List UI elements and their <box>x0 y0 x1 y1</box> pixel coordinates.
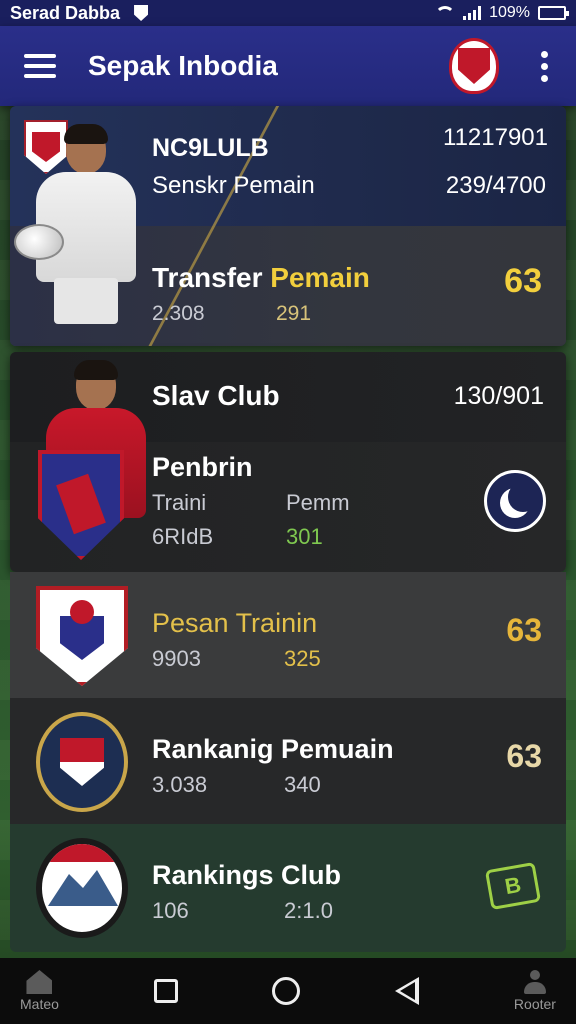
more-vert-icon[interactable] <box>537 47 552 86</box>
card-title-part1: Transfer <box>152 262 263 293</box>
score-value: 63 <box>504 262 542 300</box>
nav-home[interactable]: Mateo <box>20 970 59 1012</box>
stat-label-right: Pemm <box>286 490 350 515</box>
card-title-part2: Pemain <box>270 262 370 293</box>
mountain-crest <box>36 838 128 938</box>
featured-transfer-card[interactable]: NC9LULB Senskr Pemain 11217901 239/4700 … <box>10 106 566 346</box>
stat-right: 291 <box>276 302 312 325</box>
stat-left: 2.308 <box>152 302 205 325</box>
list-item-title: Pesan Trainin <box>152 608 318 638</box>
nav-profile-label: Rooter <box>513 996 556 1012</box>
stat-right: 2:1.0 <box>284 898 333 923</box>
stat-value-right: 301 <box>286 524 323 549</box>
ball-icon <box>14 224 64 260</box>
status-title: Serad Dabba <box>10 2 121 23</box>
back-triangle-icon <box>395 977 420 1005</box>
menu-icon[interactable] <box>24 54 56 78</box>
club-logo[interactable] <box>449 38 499 94</box>
status-indicators: 109% <box>435 4 569 22</box>
card-title: Penbrin <box>152 452 253 482</box>
stat-value-left: 6RIdB <box>152 524 214 549</box>
shield-crest <box>36 586 128 686</box>
app-title: Sepak Inbodia <box>88 50 278 81</box>
stat-left: 106 <box>152 898 189 923</box>
battery-percent: 109% <box>489 4 530 21</box>
battery-icon <box>538 6 569 20</box>
home-icon <box>26 970 53 994</box>
stat-left: 9903 <box>152 646 201 671</box>
stat-label-left: Traini <box>152 490 207 515</box>
nav-back[interactable] <box>395 977 420 1005</box>
club-list: NC9LULB Senskr Pemain 11217901 239/4700 … <box>10 106 566 952</box>
nav-profile[interactable]: Rooter <box>514 970 556 1012</box>
stat-right: 325 <box>284 646 321 671</box>
list-item[interactable]: Pesan Trainin 9903 325 63 <box>10 572 566 698</box>
shield-icon <box>134 5 149 21</box>
wifi-icon <box>435 6 456 20</box>
signal-icon <box>463 6 482 20</box>
list-item[interactable]: Rankings Club 106 2:1.0 B <box>10 824 566 952</box>
stat-top: 11217901 <box>443 124 548 151</box>
nav-home-label: Mateo <box>20 996 59 1012</box>
stat-ratio: 239/4700 <box>445 172 546 199</box>
stat-right: 340 <box>284 772 321 797</box>
stat-ratio: 130/901 <box>453 382 544 410</box>
bottom-nav-bar: Mateo Rooter <box>0 958 576 1024</box>
score-value: 63 <box>506 738 542 774</box>
moon-icon[interactable] <box>484 470 546 532</box>
list-item-title: Rankings Club <box>152 860 342 890</box>
club-card[interactable]: Slav Club 130/901 Penbrin Traini Pemm 6R… <box>10 352 566 572</box>
stat-left: 3.038 <box>152 772 208 797</box>
list-item-title: Rankanig Pemuain <box>152 734 394 764</box>
card-title: Transfer Pemain <box>152 262 370 294</box>
list-item[interactable]: Rankanig Pemuain 3.038 340 63 <box>10 698 566 824</box>
club-name: NC9LULB <box>152 134 269 162</box>
status-bar: Serad Dabba 109% <box>0 0 576 26</box>
club-name: Slav Club <box>152 380 280 411</box>
nav-recents[interactable] <box>153 979 178 1003</box>
app-bar: Sepak Inbodia <box>0 26 576 106</box>
circle-crest <box>36 712 128 812</box>
bill-icon[interactable]: B <box>484 861 542 911</box>
score-value: 63 <box>506 612 542 648</box>
square-icon <box>153 979 178 1003</box>
person-icon <box>522 970 548 994</box>
circle-icon <box>272 977 301 1005</box>
nav-home-button[interactable] <box>272 977 301 1005</box>
card-subtitle: Senskr Pemain <box>152 172 315 199</box>
